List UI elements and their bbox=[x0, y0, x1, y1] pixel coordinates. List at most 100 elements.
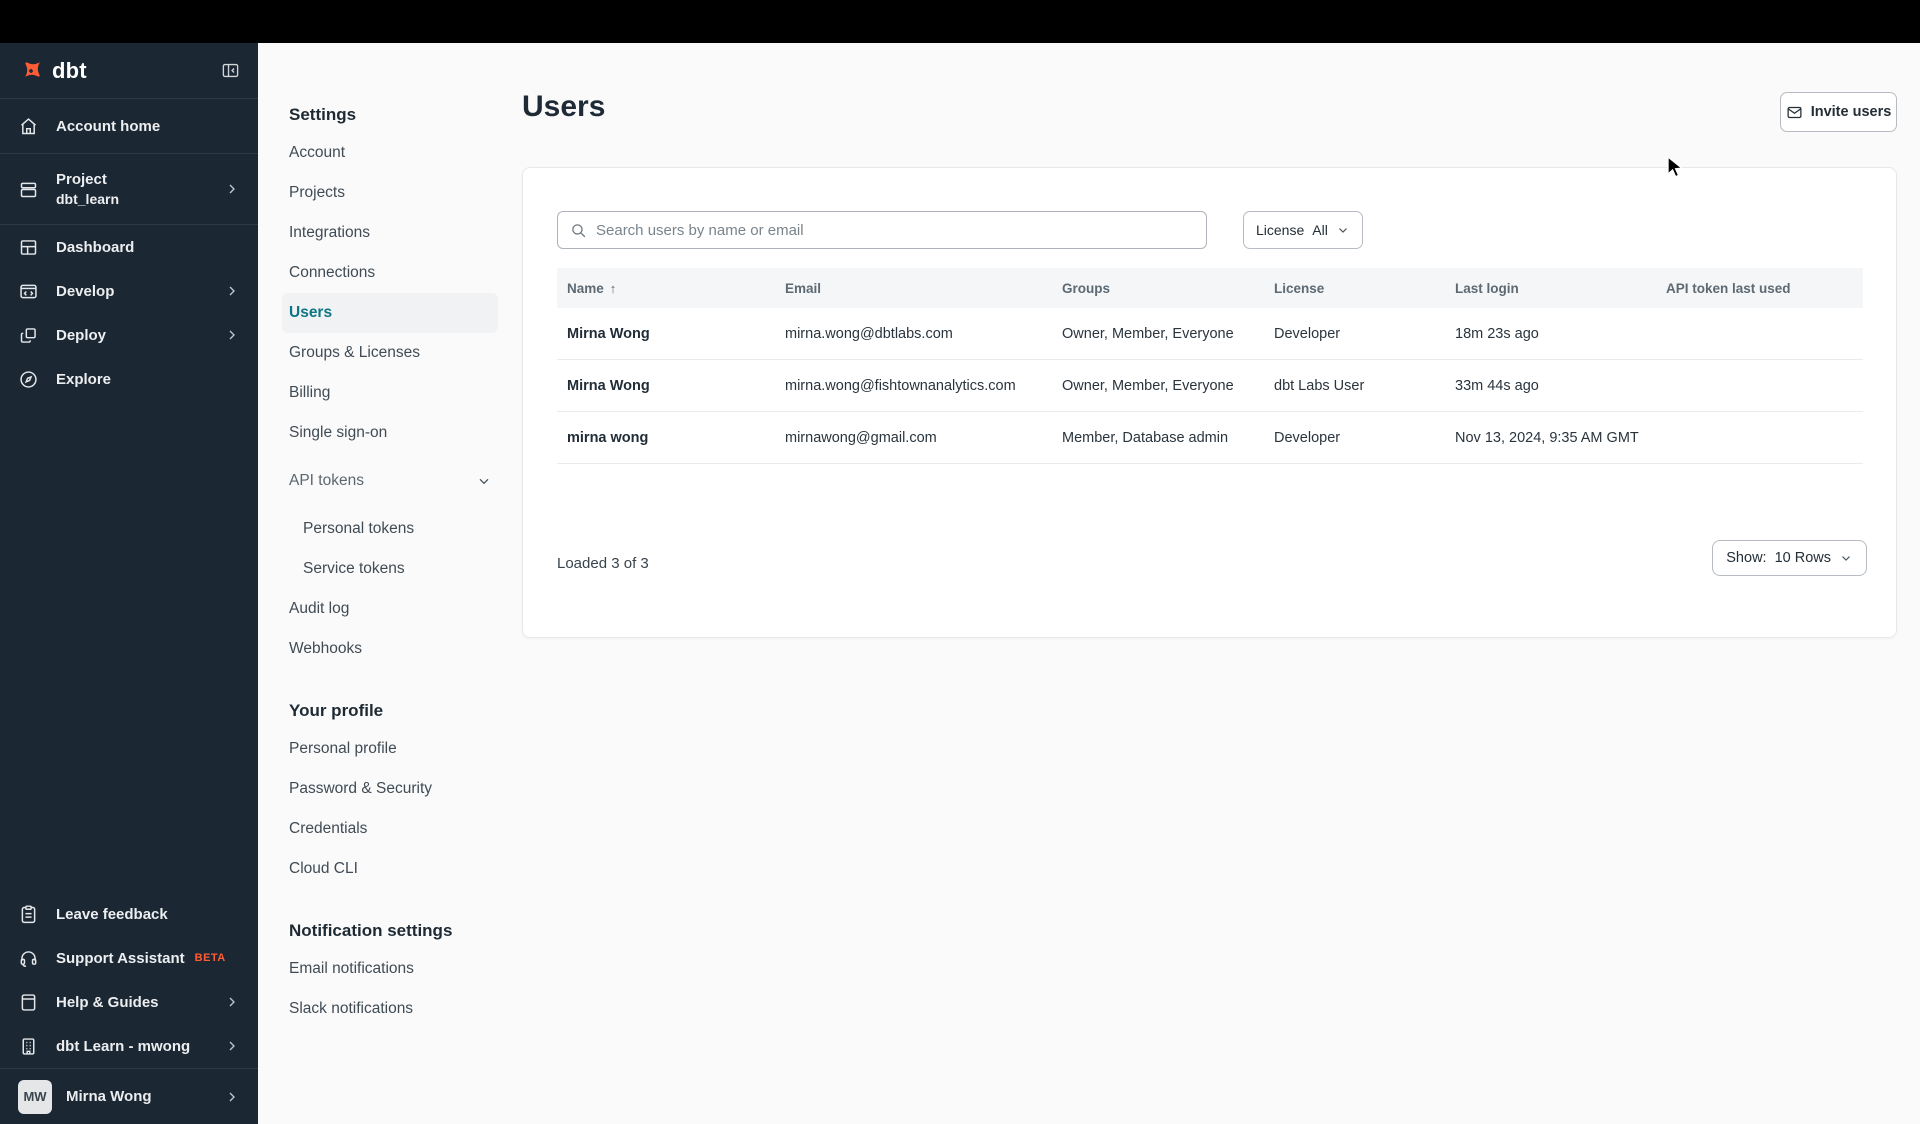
cell-license: dbt Labs User bbox=[1274, 377, 1365, 394]
cell-email: mirna.wong@fishtownanalytics.com bbox=[785, 377, 1016, 394]
dashboard-icon bbox=[18, 236, 40, 258]
cell-license: Developer bbox=[1274, 429, 1341, 446]
chevron-down-icon bbox=[1336, 223, 1350, 237]
invite-users-button[interactable]: Invite users bbox=[1780, 92, 1897, 132]
sidebar-item-label: Develop bbox=[56, 282, 115, 300]
column-header-groups[interactable]: Groups bbox=[1052, 281, 1264, 296]
cell-last-login: Nov 13, 2024, 9:35 AM GMT bbox=[1455, 429, 1639, 446]
home-icon bbox=[18, 115, 40, 137]
license-filter-value: All bbox=[1312, 222, 1328, 238]
cell-email: mirna.wong@dbtlabs.com bbox=[785, 325, 953, 342]
sidebar-logo-row: dbt bbox=[0, 43, 258, 99]
settings-nav-groups-licenses[interactable]: Groups & Licenses bbox=[282, 333, 498, 373]
sidebar-item-develop[interactable]: Develop bbox=[0, 269, 258, 313]
building-icon bbox=[18, 1035, 40, 1057]
chevron-right-icon bbox=[224, 283, 240, 299]
settings-nav-cloud-cli[interactable]: Cloud CLI bbox=[282, 849, 498, 889]
column-header-license[interactable]: License bbox=[1264, 281, 1445, 296]
book-icon bbox=[18, 991, 40, 1013]
sidebar-item-dashboard[interactable]: Dashboard bbox=[0, 225, 258, 269]
settings-nav-users[interactable]: Users bbox=[282, 293, 498, 333]
chevron-right-icon bbox=[224, 1089, 240, 1105]
sidebar-item-dbt-learn[interactable]: dbt Learn - mwong bbox=[0, 1024, 258, 1068]
sidebar-item-label: dbt Learn - mwong bbox=[56, 1037, 191, 1055]
settings-nav-personal-profile[interactable]: Personal profile bbox=[282, 729, 498, 769]
cell-groups: Owner, Member, Everyone bbox=[1062, 325, 1234, 342]
settings-nav-service-tokens[interactable]: Service tokens bbox=[282, 549, 498, 589]
envelope-icon bbox=[1786, 104, 1803, 121]
notification-section-title: Notification settings bbox=[289, 921, 453, 940]
invite-users-label: Invite users bbox=[1810, 104, 1892, 120]
user-name: Mirna Wong bbox=[66, 1088, 152, 1105]
sidebar-item-label: Dashboard bbox=[56, 238, 135, 256]
sidebar-project-name: dbt_learn bbox=[56, 191, 120, 207]
sidebar-item-label: Leave feedback bbox=[56, 905, 168, 923]
sidebar-item-account-home[interactable]: Account home bbox=[0, 99, 258, 154]
sidebar-item-support-assistant[interactable]: Support Assistant BETA bbox=[0, 936, 258, 980]
settings-nav-billing[interactable]: Billing bbox=[282, 373, 498, 413]
sidebar-user-menu[interactable]: MW Mirna Wong bbox=[0, 1068, 258, 1124]
loaded-status: Loaded 3 of 3 bbox=[557, 555, 649, 572]
rows-per-page-dropdown[interactable]: Show: 10 Rows bbox=[1712, 540, 1867, 576]
chevron-right-icon bbox=[224, 327, 240, 343]
column-header-api-token[interactable]: API token last used bbox=[1656, 281, 1863, 296]
settings-nav-integrations[interactable]: Integrations bbox=[282, 213, 498, 253]
column-header-email[interactable]: Email bbox=[775, 281, 1052, 296]
settings-nav-account[interactable]: Account bbox=[282, 133, 498, 173]
settings-nav-slack-notifications[interactable]: Slack notifications bbox=[282, 989, 498, 1029]
sidebar-item-label: Deploy bbox=[56, 326, 107, 344]
sidebar-item-label: Explore bbox=[56, 370, 112, 388]
settings-nav-single-sign-on[interactable]: Single sign-on bbox=[282, 413, 498, 453]
chevron-down-icon bbox=[476, 473, 492, 489]
table-row[interactable]: Mirna Wong mirna.wong@dbtlabs.com Owner,… bbox=[557, 308, 1863, 360]
show-label: Show: bbox=[1726, 550, 1767, 566]
settings-nav-credentials[interactable]: Credentials bbox=[282, 809, 498, 849]
sidebar-item-help-guides[interactable]: Help & Guides bbox=[0, 980, 258, 1024]
sidebar-item-label: Support Assistant bbox=[56, 949, 185, 967]
settings-nav: Settings Account Projects Integrations C… bbox=[282, 97, 498, 1029]
sidebar-item-deploy[interactable]: Deploy bbox=[0, 313, 258, 357]
settings-nav-webhooks[interactable]: Webhooks bbox=[282, 629, 498, 669]
settings-nav-projects[interactable]: Projects bbox=[282, 173, 498, 213]
sort-asc-icon: ↑ bbox=[609, 280, 617, 296]
sidebar-item-label: Account home bbox=[56, 117, 161, 135]
headset-icon bbox=[18, 947, 40, 969]
table-header-row: Name ↑ Email Groups License Last login AP… bbox=[557, 268, 1863, 308]
show-value: 10 Rows bbox=[1774, 550, 1831, 566]
settings-nav-email-notifications[interactable]: Email notifications bbox=[282, 949, 498, 989]
search-input[interactable] bbox=[596, 221, 1194, 239]
sidebar-item-explore[interactable]: Explore bbox=[0, 357, 258, 401]
column-header-name[interactable]: Name ↑ bbox=[557, 281, 775, 296]
license-filter-dropdown[interactable]: License All bbox=[1243, 211, 1363, 249]
table-row[interactable]: mirna wong mirnawong@gmail.com Member, D… bbox=[557, 412, 1863, 464]
settings-nav-api-tokens[interactable]: API tokens bbox=[282, 461, 498, 501]
users-table: Name ↑ Email Groups License Last login AP… bbox=[557, 268, 1863, 464]
user-search[interactable] bbox=[557, 211, 1207, 249]
chevron-right-icon bbox=[224, 181, 240, 197]
sidebar-collapse-icon[interactable] bbox=[221, 61, 240, 80]
chevron-right-icon bbox=[224, 994, 240, 1010]
page-title: Users bbox=[522, 90, 606, 123]
project-icon bbox=[18, 178, 40, 200]
settings-nav-personal-tokens[interactable]: Personal tokens bbox=[282, 509, 498, 549]
sidebar-item-leave-feedback[interactable]: Leave feedback bbox=[0, 892, 258, 936]
cell-groups: Owner, Member, Everyone bbox=[1062, 377, 1234, 394]
cell-license: Developer bbox=[1274, 325, 1341, 342]
beta-badge: BETA bbox=[194, 952, 226, 964]
column-header-last-login[interactable]: Last login bbox=[1445, 281, 1656, 296]
chevron-right-icon bbox=[224, 1038, 240, 1054]
settings-nav-password-security[interactable]: Password & Security bbox=[282, 769, 498, 809]
settings-nav-audit-log[interactable]: Audit log bbox=[282, 589, 498, 629]
cell-groups: Member, Database admin bbox=[1062, 429, 1229, 446]
settings-nav-connections[interactable]: Connections bbox=[282, 253, 498, 293]
cell-email: mirnawong@gmail.com bbox=[785, 429, 937, 446]
table-row[interactable]: Mirna Wong mirna.wong@fishtownanalytics.… bbox=[557, 360, 1863, 412]
cell-last-login: 18m 23s ago bbox=[1455, 325, 1539, 342]
top-bar bbox=[0, 0, 1920, 43]
profile-section-title: Your profile bbox=[289, 701, 384, 720]
sidebar: dbt Account home Project dbt_learn Dashb… bbox=[0, 43, 258, 1124]
cell-name: mirna wong bbox=[567, 429, 649, 446]
cell-last-login: 33m 44s ago bbox=[1455, 377, 1539, 394]
sidebar-item-project[interactable]: Project dbt_learn bbox=[0, 154, 258, 225]
